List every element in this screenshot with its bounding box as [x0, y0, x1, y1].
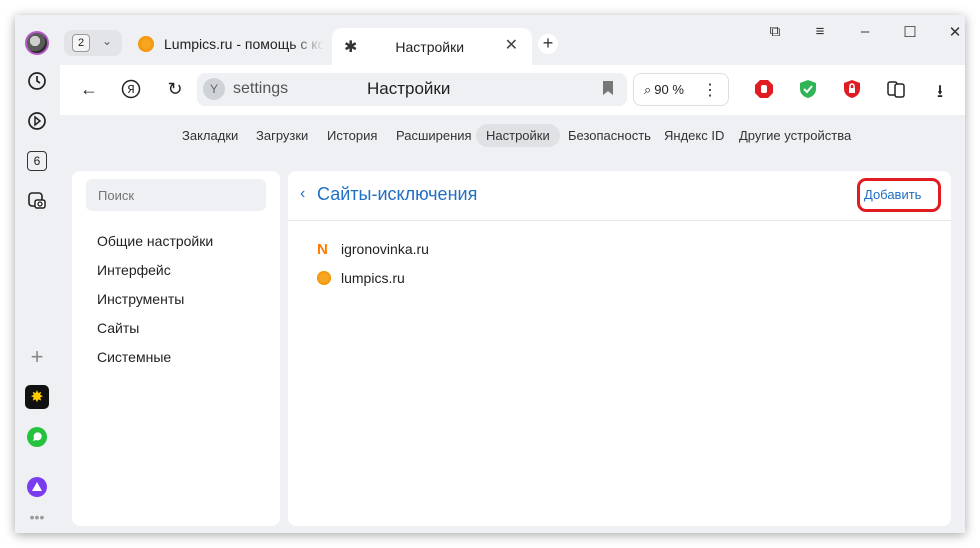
- screenshot-icon[interactable]: [25, 189, 49, 213]
- url-text: settings: [233, 80, 289, 97]
- side-panel: 6 + ✸ •••: [15, 15, 60, 533]
- profile-avatar[interactable]: [25, 31, 49, 55]
- shield-check-icon[interactable]: [798, 79, 818, 99]
- sidebar-item-tools[interactable]: Инструменты: [97, 291, 184, 307]
- add-button[interactable]: Добавить: [864, 187, 921, 202]
- tab-title: Настройки: [395, 38, 465, 55]
- add-panel-icon[interactable]: +: [25, 344, 49, 369]
- search-input[interactable]: [86, 179, 266, 211]
- close-window-icon[interactable]: ✕: [945, 23, 965, 41]
- whatsapp-icon[interactable]: [25, 425, 49, 449]
- site-domain: lumpics.ru: [341, 270, 405, 286]
- adblock-icon[interactable]: [754, 79, 774, 99]
- nav-security[interactable]: Безопасность: [558, 124, 661, 147]
- zoom-control[interactable]: ⌕ 90 % ⋮: [633, 73, 729, 106]
- tab-strip: 2 ⌄ Lumpics.ru - помощь с компьютером ✱ …: [60, 15, 965, 65]
- content-panel: ‹ Сайты-исключения Добавить N igronovink…: [288, 171, 951, 526]
- gear-icon: ✱: [344, 38, 358, 56]
- lock-shield-icon[interactable]: [842, 79, 862, 99]
- sidebar-item-system[interactable]: Системные: [97, 349, 171, 365]
- address-bar[interactable]: Y settings Настройки: [197, 73, 627, 106]
- tabs-badge-button[interactable]: 6: [25, 149, 49, 173]
- reload-icon[interactable]: ↻: [164, 79, 186, 100]
- tabs-badge: 6: [27, 151, 47, 171]
- site-info-icon[interactable]: Y: [203, 78, 225, 100]
- toolbar: ← Я ↻ Y settings Настройки ⌕ 90 % ⋮ ⭳: [60, 65, 965, 115]
- nav-downloads[interactable]: Загрузки: [246, 124, 318, 147]
- alice-icon[interactable]: [25, 475, 49, 499]
- site-domain: igronovinka.ru: [341, 241, 429, 257]
- list-item[interactable]: N igronovinka.ru: [317, 239, 429, 259]
- sidebar-item-interface[interactable]: Интерфейс: [97, 262, 171, 278]
- browser-window: 6 + ✸ ••• 2 ⌄ Lumpics.ru - помощь с комп…: [15, 15, 965, 533]
- nav-extensions[interactable]: Расширения: [386, 124, 482, 147]
- minimize-icon[interactable]: –: [855, 23, 875, 40]
- zoom-level: 90 %: [654, 82, 684, 97]
- settings-nav: Закладки Загрузки История Расширения Нас…: [60, 115, 965, 155]
- settings-sidebar: Общие настройки Интерфейс Инструменты Са…: [72, 171, 280, 526]
- translate-icon[interactable]: [886, 79, 906, 99]
- tab-lumpics[interactable]: Lumpics.ru - помощь с компьютером: [138, 28, 328, 60]
- orange-icon: [138, 36, 154, 52]
- highlight-frame: Добавить: [857, 178, 941, 212]
- tab-settings[interactable]: ✱ Настройки ✕: [332, 28, 532, 65]
- tab-count: 2: [72, 34, 90, 52]
- nav-yandex-id[interactable]: Яндекс ID: [654, 124, 734, 147]
- play-icon[interactable]: [25, 109, 49, 133]
- collections-icon[interactable]: ⧉: [765, 23, 785, 40]
- new-tab-button[interactable]: +: [538, 34, 558, 54]
- more-dots-icon[interactable]: •••: [25, 505, 49, 529]
- close-tab-icon[interactable]: ✕: [505, 35, 518, 55]
- search-icon: ⌕: [644, 81, 652, 97]
- tabs-menu-button[interactable]: 2 ⌄: [64, 30, 122, 56]
- kebab-menu-icon[interactable]: ⋮: [702, 80, 718, 100]
- n-letter-icon: N: [317, 240, 328, 258]
- bookmark-icon[interactable]: [603, 81, 613, 95]
- music-app-icon[interactable]: ✸: [25, 385, 49, 409]
- history-icon[interactable]: [25, 69, 49, 93]
- back-arrow-icon[interactable]: ←: [78, 79, 100, 100]
- content-header: ‹ Сайты-исключения Добавить: [288, 171, 951, 221]
- sidebar-item-general[interactable]: Общие настройки: [97, 233, 213, 249]
- page-title: Настройки: [367, 79, 451, 98]
- sidebar-item-sites[interactable]: Сайты: [97, 320, 139, 336]
- nav-bookmarks[interactable]: Закладки: [172, 124, 248, 147]
- nav-history[interactable]: История: [317, 124, 387, 147]
- maximize-icon[interactable]: ☐: [900, 23, 920, 41]
- orange-icon: [317, 271, 331, 285]
- yandex-logo-icon[interactable]: Я: [120, 79, 142, 104]
- menu-icon[interactable]: ≡: [810, 23, 830, 40]
- nav-other-devices[interactable]: Другие устройства: [729, 124, 861, 147]
- nav-settings[interactable]: Настройки: [476, 124, 560, 147]
- list-item[interactable]: lumpics.ru: [317, 268, 405, 288]
- chevron-left-icon[interactable]: ‹: [300, 185, 305, 203]
- svg-text:Я: Я: [127, 83, 135, 96]
- download-icon[interactable]: ⭳: [930, 79, 950, 101]
- section-title: Сайты-исключения: [317, 184, 478, 204]
- tab-title: Lumpics.ru - помощь с компьютером: [164, 36, 324, 52]
- chevron-down-icon: ⌄: [102, 34, 113, 48]
